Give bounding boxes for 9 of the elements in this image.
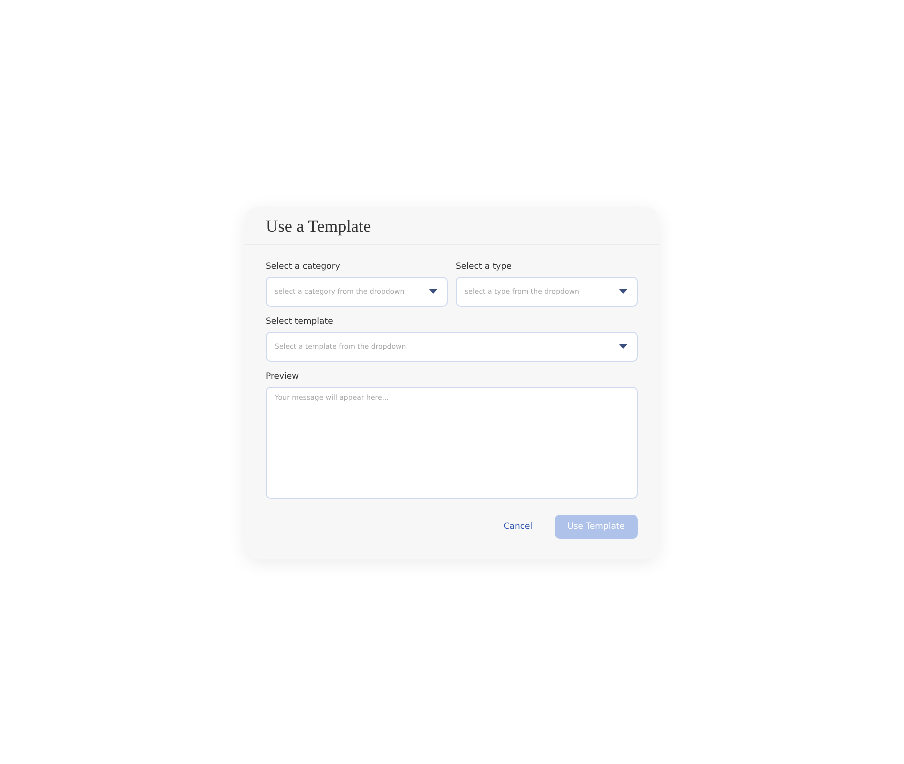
- caret-icon: [429, 289, 438, 294]
- field-label: Select a category: [266, 262, 342, 272]
- cancel-button[interactable]: Cancel: [504, 514, 533, 538]
- caret-icon: [619, 289, 628, 294]
- field-label: Select template: [266, 316, 334, 326]
- field-label: Preview: [266, 372, 300, 382]
- dialog-title: Use a Template: [266, 216, 372, 236]
- caret-icon: [619, 344, 628, 349]
- field-label: Select a type: [456, 262, 513, 272]
